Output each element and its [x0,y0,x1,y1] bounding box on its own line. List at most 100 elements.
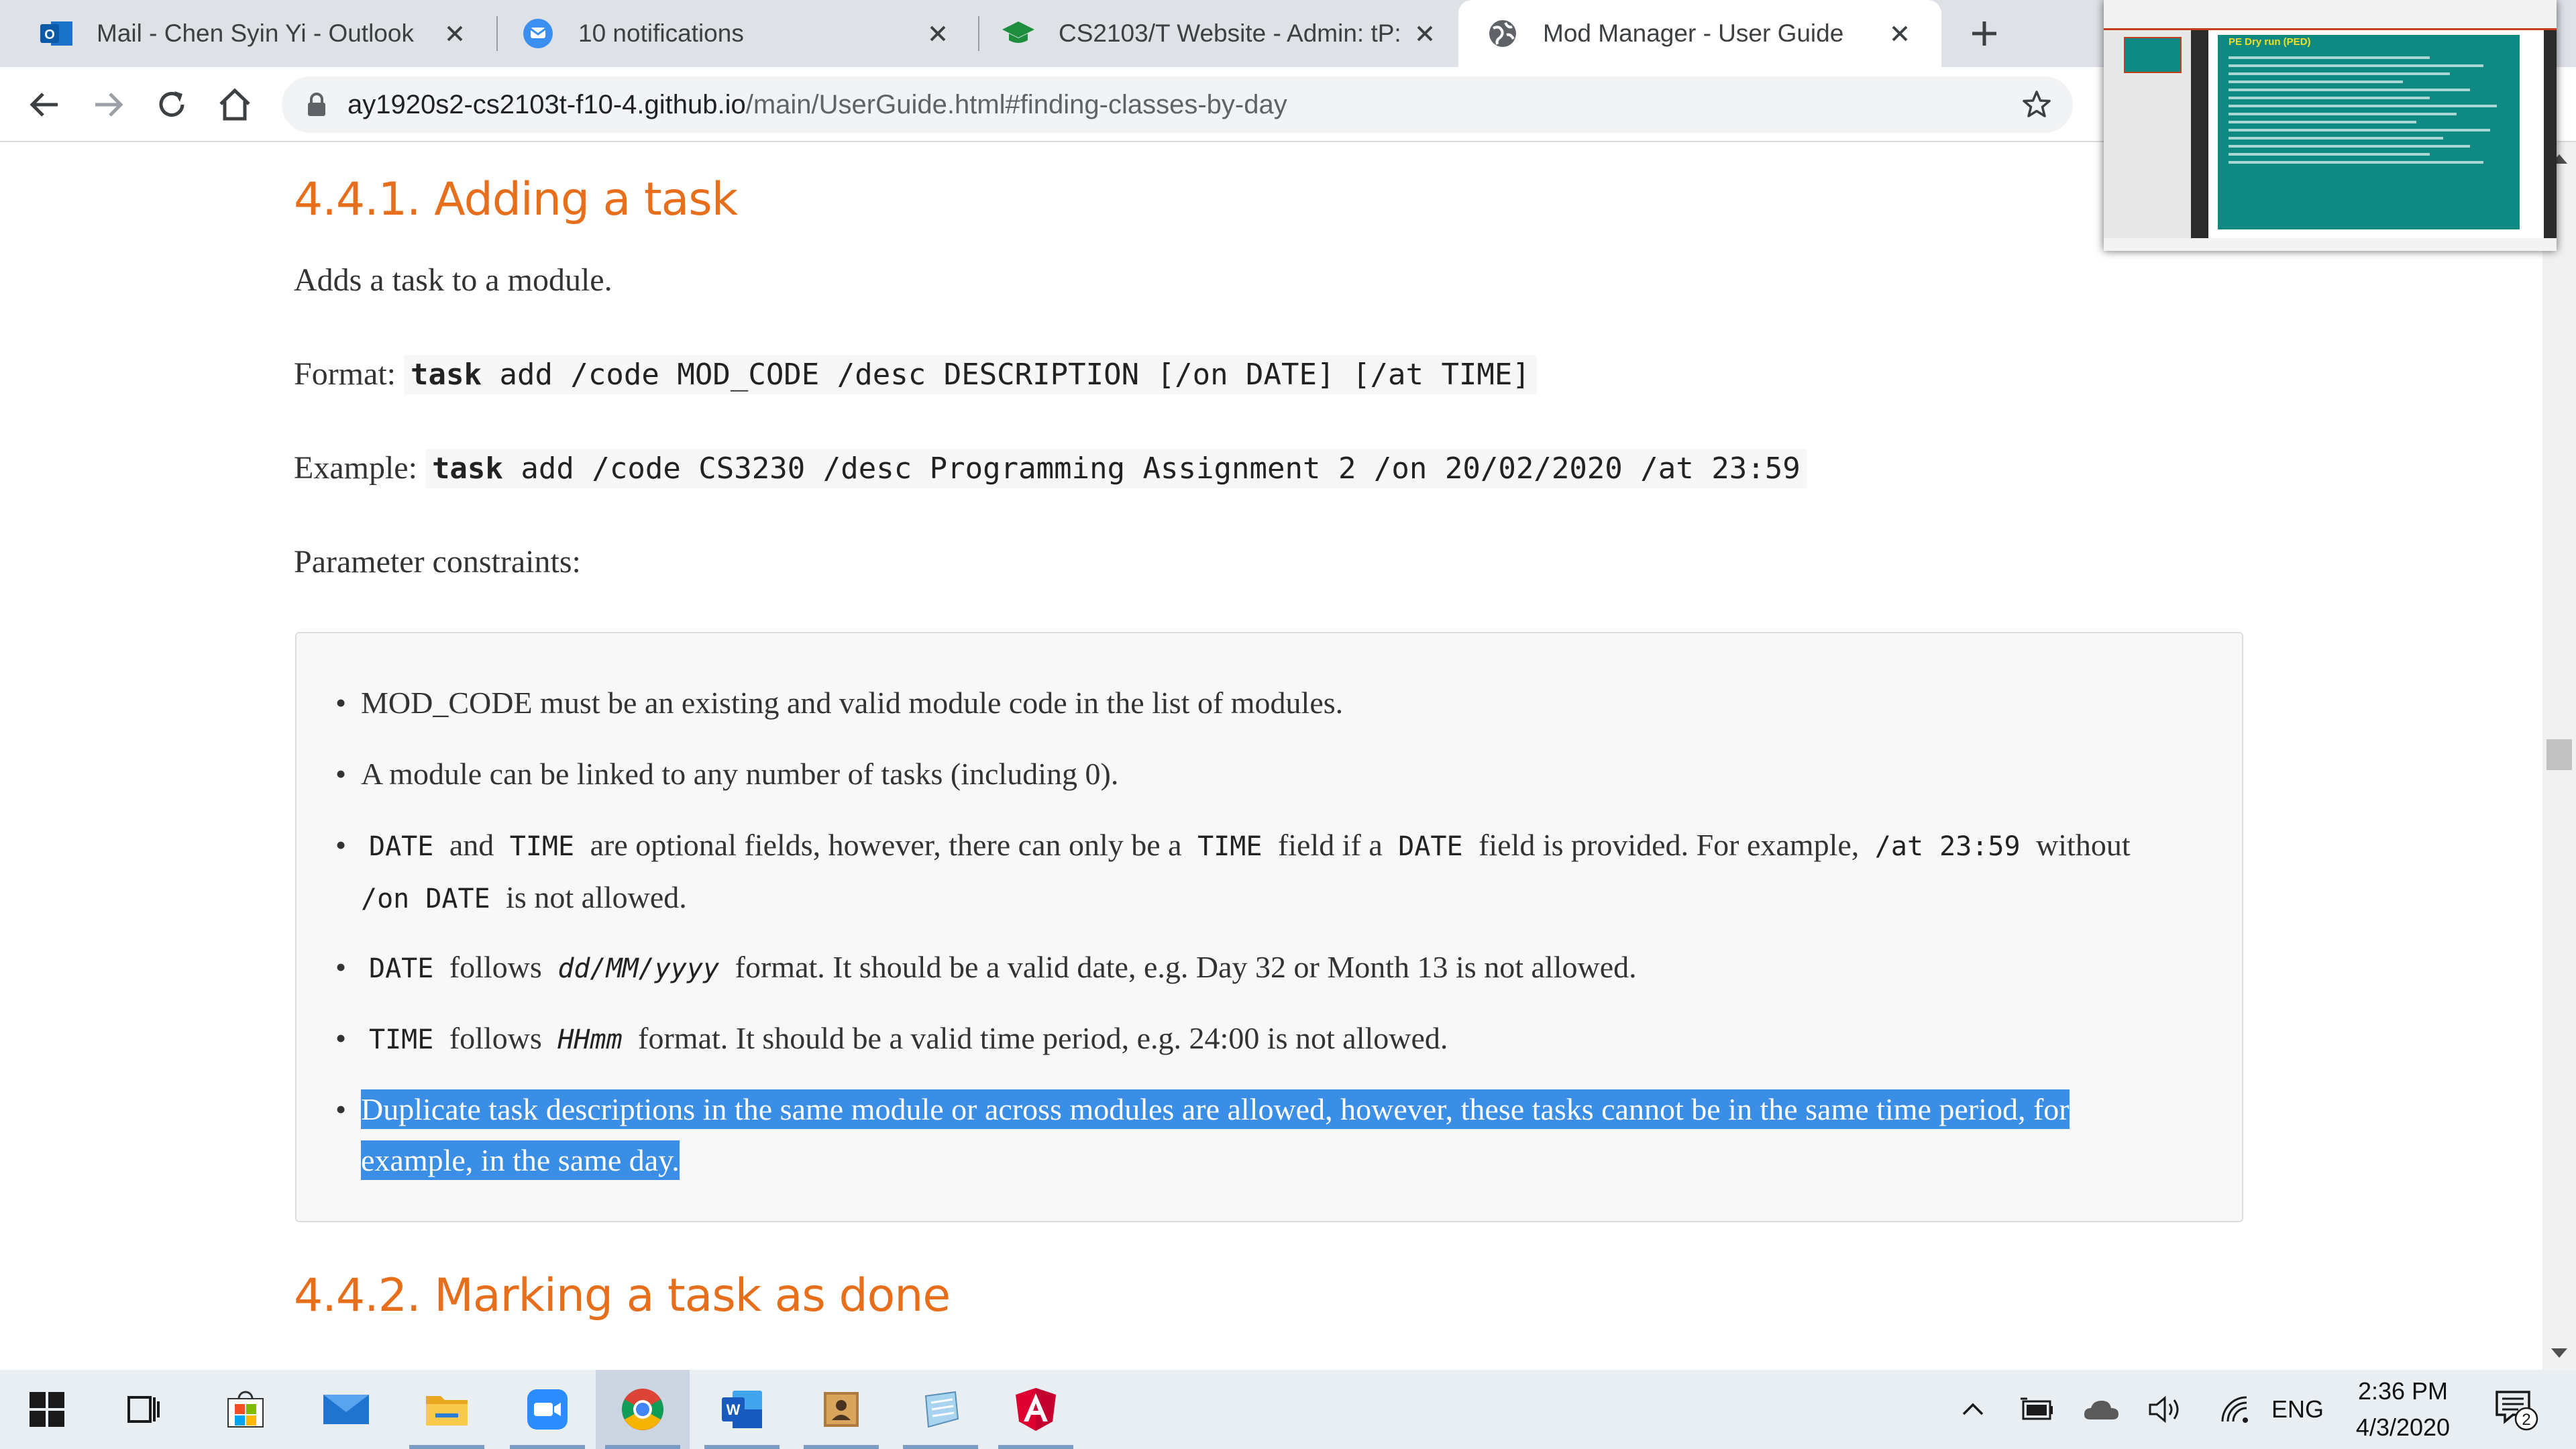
constraint-text: format. It should be a valid date, e.g. … [735,950,1637,984]
ribbon [2104,0,2557,30]
reload-icon [159,91,184,117]
bullet-dot: • [335,686,347,720]
bullet-dot: • [335,1092,347,1126]
constraint-text: is not allowed. [506,880,687,914]
onedrive-button[interactable] [2080,1370,2123,1449]
chrome-icon [622,1389,663,1430]
store-button[interactable] [199,1370,292,1449]
volume-button[interactable] [2144,1370,2187,1449]
slide-thumbnails [2104,30,2191,238]
list-item: • A module can be linked to any number o… [335,749,2199,800]
contacts-icon [824,1392,859,1427]
inline-code: dd/MM/yyyy [557,953,720,984]
show-hidden-icons-button[interactable] [1955,1370,1991,1449]
tab-cs2103-website[interactable]: CS2103/T Website - Admin: tP: D [962,0,1456,67]
example-line: Example: task add /code CS3230 /desc Pro… [294,449,1807,488]
text-line [2229,161,2483,164]
scrollbar-thumb[interactable] [2546,739,2572,770]
inline-code: /on DATE [361,883,490,914]
close-icon[interactable] [1410,19,1440,48]
list-item: • MOD_CODE must be an existing and valid… [335,678,2199,729]
text-line [2229,137,2443,140]
task-view-icon [127,1396,160,1423]
tab-outlook[interactable]: O Mail - Chen Syin Yi - Outlook [0,0,496,67]
word-button[interactable]: W [695,1370,789,1449]
text-line [2229,145,2470,148]
list-item: • Duplicate task descriptions in the sam… [335,1084,2199,1186]
vertical-scrollbar[interactable] [2542,142,2576,1370]
section-heading: 4.4.1. Adding a task [294,173,738,226]
chat-bubble-icon [521,16,555,51]
outlook-icon: O [39,16,74,51]
address-bar[interactable]: ay1920s2-cs2103t-f10-4.github.io/main/Us… [282,76,2073,133]
tab-title: Mod Manager - User Guide [1543,19,1844,47]
bullet-dot: • [335,1021,347,1055]
angular-button[interactable] [989,1370,1083,1449]
section-heading: 4.4.2. Marking a task as done [294,1269,951,1322]
close-icon[interactable] [440,19,470,48]
list-item: • DATE and TIME are optional fields, how… [335,820,2199,924]
lock-icon[interactable] [303,91,330,118]
windows-taskbar: W ENG 2:36 PM 4/3/2020 2 [0,1370,2576,1449]
close-icon[interactable] [1885,19,1915,48]
text-line [2229,56,2430,59]
tab-notifications[interactable]: 10 notifications [482,0,979,67]
inline-code: DATE [1398,831,1463,862]
wifi-button[interactable] [2214,1370,2257,1449]
zoom-button[interactable] [500,1370,594,1449]
file-explorer-button[interactable] [400,1370,494,1449]
inline-code: TIME [1197,831,1263,862]
reload-button[interactable] [153,86,191,123]
notification-count: 2 [2522,1411,2530,1429]
selected-text[interactable]: example, in the same day. [361,1140,680,1180]
notepad-button[interactable] [894,1370,987,1449]
text-line [2229,97,2430,99]
url-path: /main/UserGuide.html#finding-classes-by-… [745,89,1287,119]
language-indicator[interactable]: ENG [2271,1370,2324,1449]
list-item: • TIME follows HHmm format. It should be… [335,1013,2199,1065]
home-button[interactable] [216,86,254,123]
store-icon [227,1391,264,1428]
bookmark-star-icon[interactable] [2021,89,2053,121]
slideshow-preview-window[interactable]: PE Dry run (PED) [2104,0,2557,251]
tab-title: Mail - Chen Syin Yi - Outlook [97,19,414,47]
start-button[interactable] [0,1370,94,1449]
scroll-down-arrow-icon[interactable] [2551,1348,2567,1358]
tab-title: CS2103/T Website - Admin: tP: D [1059,19,1410,47]
text-line [2229,153,2430,156]
clock[interactable]: 2:36 PM 4/3/2020 [2336,1370,2470,1449]
url-text: ay1920s2-cs2103t-f10-4.github.io/main/Us… [347,90,1287,120]
mail-button[interactable] [299,1370,393,1449]
close-icon[interactable] [923,19,953,48]
inline-code: DATE [369,953,434,984]
constraint-text: and [449,828,494,862]
constraint-text: A module can be linked to any number of … [361,757,1119,791]
format-label: Format: [294,356,396,392]
format-line: Format: task add /code MOD_CODE /desc DE… [294,355,1537,394]
inline-code: TIME [369,1024,434,1055]
action-center-button[interactable]: 2 [2482,1370,2549,1449]
chrome-button[interactable] [596,1370,690,1449]
battery-button[interactable] [2017,1370,2057,1449]
contacts-button[interactable] [794,1370,888,1449]
new-tab-button[interactable] [1966,15,2003,52]
example-args: add /code CS3230 /desc Programming Assig… [502,451,1801,486]
clock-date: 4/3/2020 [2355,1413,2451,1441]
back-button[interactable] [25,86,63,123]
chevron-up-icon [1962,1403,1984,1415]
forward-button[interactable] [90,86,127,123]
example-code: task add /code CS3230 /desc Programming … [425,449,1807,488]
inline-code: HHmm [557,1024,623,1055]
inline-code: DATE [369,831,434,862]
status-bar [2104,238,2557,251]
description: Adds a task to a module. [294,262,612,298]
constraints-box: • MOD_CODE must be an existing and valid… [295,632,2243,1222]
mail-icon [323,1395,369,1424]
tab-mod-manager[interactable]: Mod Manager - User Guide [1458,0,1941,67]
text-line [2229,105,2497,107]
battery-icon [2021,1397,2053,1420]
slide-title: PE Dry run (PED) [2229,36,2311,48]
selected-text[interactable]: Duplicate task descriptions in the same … [361,1089,2070,1129]
format-code: task add /code MOD_CODE /desc DESCRIPTIO… [404,355,1537,394]
task-view-button[interactable] [97,1370,191,1449]
